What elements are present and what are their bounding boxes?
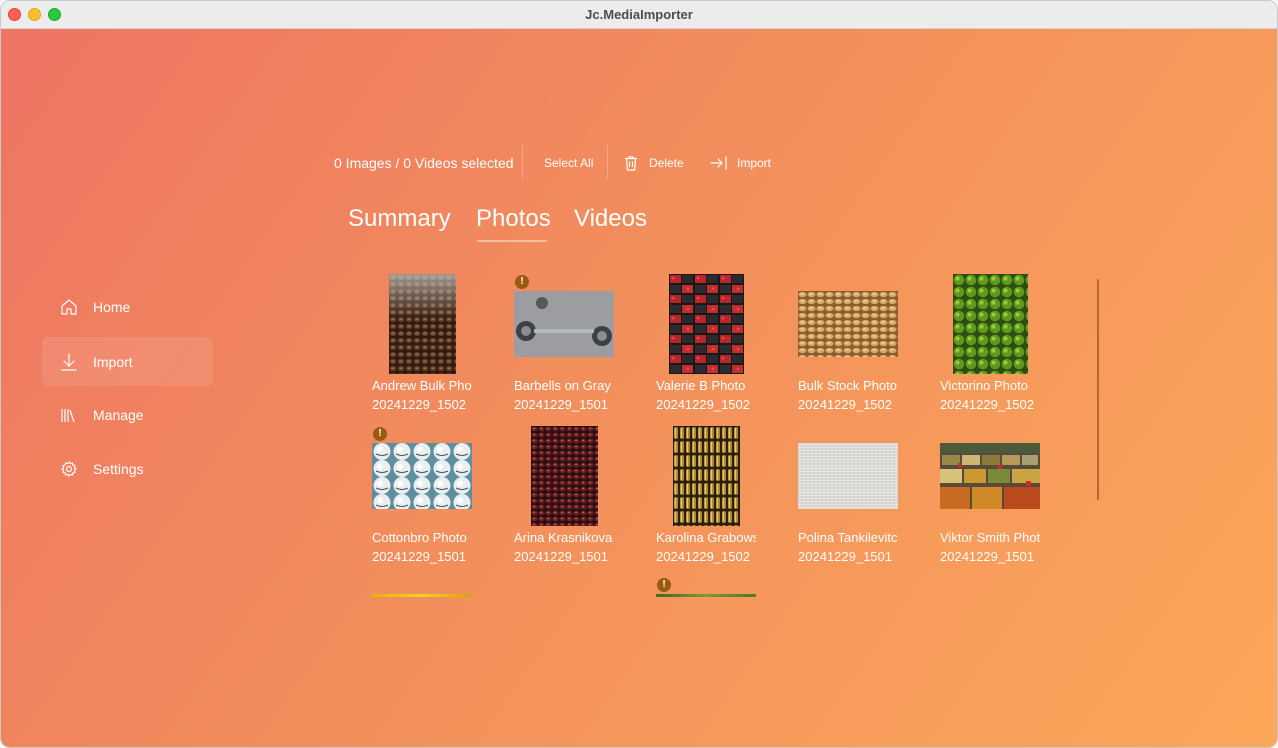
photo-date: 20241229_1501 [798,549,892,564]
sidebar-item-label: Settings [93,460,144,477]
photo-tile[interactable]: Polina Tankilevitch 20241229_1501 [798,426,898,574]
photo-date: 20241229_1502 [372,397,466,412]
photo-thumbnail [952,274,1028,374]
photo-tile[interactable]: Viktor Smith Photo 20241229_1501 [940,426,1040,574]
title-bar: Jc.MediaImporter [1,1,1277,29]
sidebar-item-import[interactable]: Import [42,337,213,386]
warning-badge-icon: ! [657,578,671,592]
photo-tile[interactable]: ! Barbells on Gray 20241229_1501 [514,274,614,422]
photo-name: Viktor Smith Photo [940,530,1040,545]
photo-date: 20241229_1502 [656,549,750,564]
sidebar-item-label: Home [93,298,131,315]
trash-icon [625,156,637,171]
photo-tile[interactable]: Arina Krasnikova 20241229_1501 [514,426,614,574]
import-label: Import [737,156,772,170]
delete-label: Delete [649,156,684,170]
photo-name: Polina Tankilevitch [798,530,898,545]
photo-date: 20241229_1502 [798,397,892,412]
photo-name: Bulk Stock Photo [798,378,897,393]
photo-thumbnail [798,443,898,509]
main-content: Home Import Manage Settings 0 Images / 0… [1,29,1277,747]
photo-thumbnail [672,426,740,526]
warning-badge-icon: ! [515,275,529,289]
photo-name: Barbells on Gray [514,378,611,393]
photo-name: Valerie B Photo [656,378,746,393]
photo-date: 20241229_1501 [940,549,1034,564]
import-button[interactable]: Import [710,153,771,173]
tab-photos[interactable]: Photos [476,205,551,233]
tab-videos[interactable]: Videos [574,205,647,233]
photo-tile[interactable]: Victorino Photo 20241229_1502 [940,274,1040,422]
photo-thumbnail [530,426,598,526]
sidebar-item-label: Manage [93,406,144,423]
photo-thumbnail [668,274,744,374]
photo-tile[interactable]: Karolina Grabowska 20241229_1502 [656,426,756,574]
photo-thumbnail [372,443,472,509]
photo-date: 20241229_1502 [940,397,1034,412]
active-tab-indicator [477,240,547,242]
select-all-label: Select All [544,156,594,170]
sidebar-item-home[interactable]: Home [42,282,213,331]
photo-name: Cottonbro Photo [372,530,467,545]
photo-tile[interactable]: Valerie B Photo 20241229_1502 [656,274,756,422]
divider [522,145,523,179]
photo-thumbnail [514,291,614,357]
photo-date: 20241229_1501 [514,549,608,564]
photo-tile[interactable]: ! Cottonbro Photo 20241229_1501 [372,426,472,574]
photo-date: 20241229_1501 [514,397,608,412]
photo-name: Karolina Grabowska [656,530,756,545]
sidebar-item-settings[interactable]: Settings [42,444,213,493]
sidebar-item-manage[interactable]: Manage [42,390,213,439]
library-icon [61,408,75,422]
sidebar-item-label: Import [93,353,133,370]
photo-tile[interactable]: Bulk Stock Photo 20241229_1502 [798,274,898,422]
warning-badge-icon: ! [373,427,387,441]
photo-date: 20241229_1501 [372,549,466,564]
selection-count: 0 Images / 0 Videos selected [334,155,514,171]
photo-tile[interactable]: Andrew Bulk Photo 20241229_1502 [372,274,472,422]
photo-thumbnail [940,443,1040,509]
photo-thumbnail [798,291,898,357]
photo-name: Andrew Bulk Photo [372,378,472,393]
import-arrow-icon [710,156,727,170]
tab-summary[interactable]: Summary [348,205,451,233]
select-all-button[interactable]: Select All [544,153,593,173]
photo-name: Arina Krasnikova [514,530,613,545]
delete-button[interactable]: Delete [622,153,684,173]
gear-icon [61,460,77,477]
divider [607,145,608,179]
window-title: Jc.MediaImporter [585,7,693,22]
photo-name: Victorino Photo [940,378,1028,393]
home-icon [61,298,77,315]
scrollbar[interactable] [1097,279,1099,500]
photo-date: 20241229_1502 [656,397,750,412]
app-window: Jc.MediaImporter Home Import Manage Sett… [0,0,1278,748]
import-icon [61,352,77,371]
photo-tile-partial[interactable] [372,594,472,597]
photo-tile-partial[interactable] [656,594,756,597]
photo-thumbnail [388,274,456,374]
